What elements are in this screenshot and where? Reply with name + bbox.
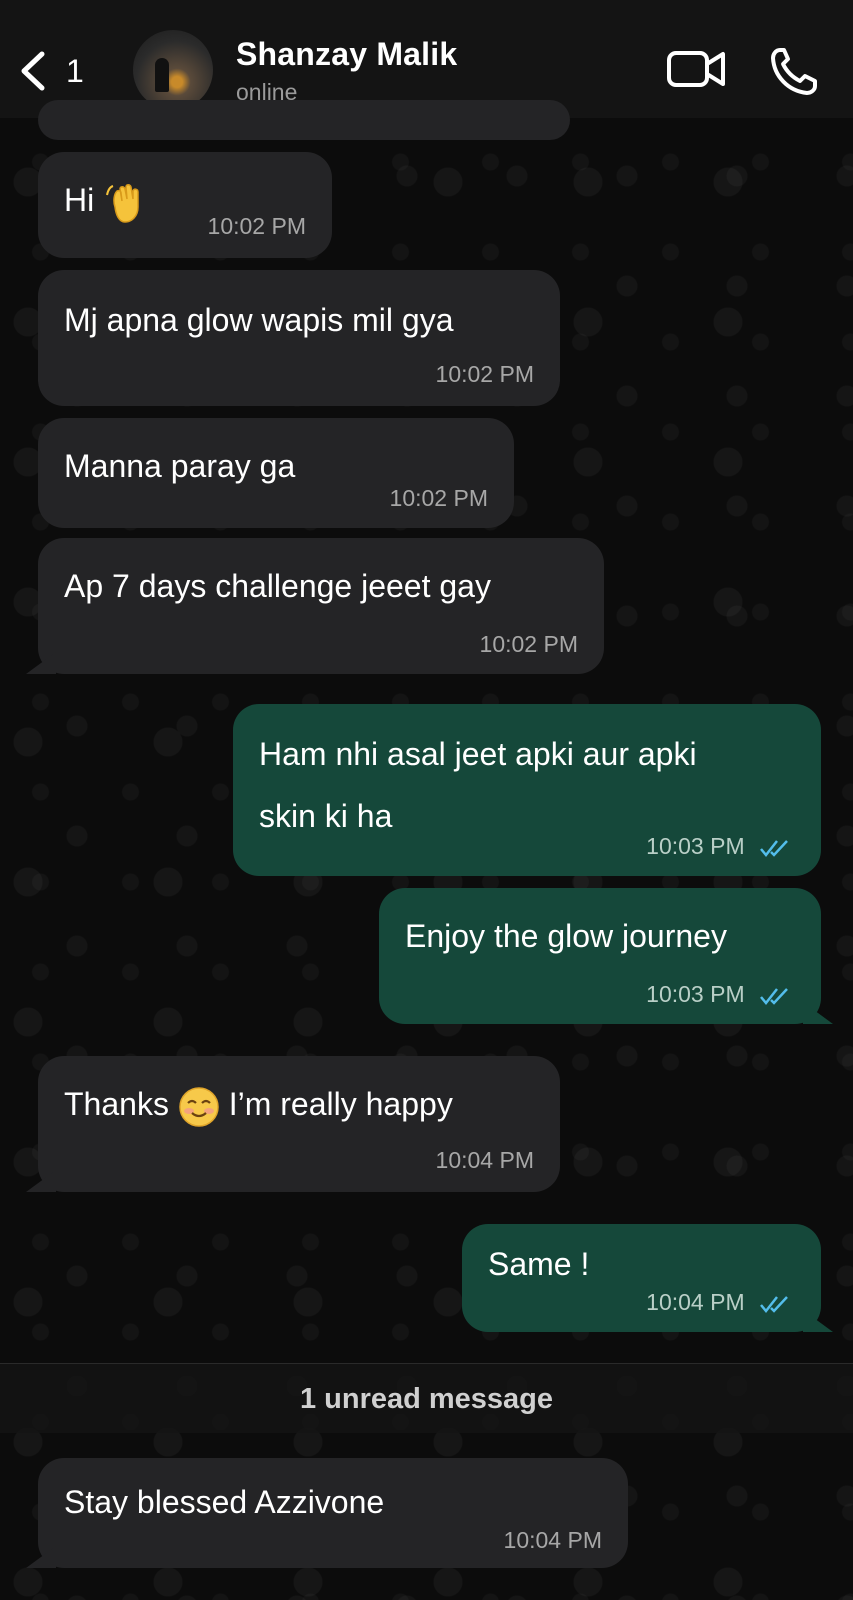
message-bubble-outgoing[interactable]: Ham nhi asal jeet apki aur apki skin ki … <box>233 704 821 876</box>
unread-messages-divider: 1 unread message <box>0 1363 853 1433</box>
message-time: 10:02 PM <box>389 485 488 511</box>
message-bubble-outgoing[interactable]: Enjoy the glow journey 10:03 PM <box>379 888 833 1024</box>
message-bubble-incoming[interactable]: Mj apna glow wapis mil gya 10:02 PM <box>38 270 560 406</box>
back-button[interactable]: 1 <box>18 48 88 94</box>
message-text: Ap 7 days challenge jeeet gay <box>64 568 491 604</box>
unread-count: 1 <box>66 52 84 89</box>
contact-info[interactable]: Shanzay Malik online <box>236 36 457 106</box>
message-time: 10:04 PM <box>646 1289 791 1316</box>
avatar[interactable] <box>133 30 213 110</box>
read-ticks-icon <box>760 1296 788 1313</box>
message-text: Hi <box>64 170 147 230</box>
message-text: Same ! <box>488 1246 590 1282</box>
message-bubble-incoming[interactable]: Stay blessed Azzivone 10:04 PM <box>26 1458 628 1568</box>
message-time: 10:02 PM <box>435 361 534 387</box>
message-bubble-incoming[interactable]: Hi 10:02 PM <box>38 152 332 258</box>
contact-name: Shanzay Malik <box>236 36 458 72</box>
message-time: 10:04 PM <box>435 1147 534 1173</box>
message-time: 10:03 PM <box>646 981 791 1008</box>
message-text: Manna paray ga <box>64 448 296 484</box>
message-text: Mj apna glow wapis mil gya <box>64 302 454 338</box>
message-text: Thanks I’m really happy <box>64 1074 453 1134</box>
message-bubble-incoming[interactable]: Manna paray ga 10:02 PM <box>38 418 514 528</box>
message-time: 10:04 PM <box>503 1527 602 1553</box>
message-text: Stay blessed Azzivone <box>64 1484 385 1520</box>
message-bubble-incoming[interactable]: Thanks I’m really happy 10:04 PM <box>26 1056 560 1192</box>
avatar-figure <box>155 58 169 92</box>
message-bubble-incoming[interactable]: Ap 7 days challenge jeeet gay 10:02 PM <box>26 538 604 674</box>
chevron-left-icon <box>21 51 45 91</box>
read-ticks-icon <box>760 840 788 857</box>
video-call-icon <box>667 51 725 87</box>
video-call-button[interactable] <box>666 46 728 92</box>
voice-call-button[interactable] <box>770 46 818 96</box>
smiling-face-emoji-icon <box>179 1086 219 1127</box>
message-text-line-2: skin ki ha <box>259 798 393 834</box>
message-time: 10:03 PM <box>646 833 791 860</box>
waving-hand-emoji-icon <box>106 183 139 223</box>
read-ticks-icon <box>760 988 788 1005</box>
message-bubble-outgoing[interactable]: Same ! 10:04 PM <box>462 1224 833 1332</box>
message-bubble-partial <box>38 100 570 140</box>
message-text-line-1: Ham nhi asal jeet apki aur apki <box>259 736 697 772</box>
message-time: 10:02 PM <box>479 631 578 657</box>
message-time: 10:02 PM <box>207 213 306 239</box>
message-text: Enjoy the glow journey <box>405 918 727 954</box>
phone-icon <box>771 48 817 95</box>
